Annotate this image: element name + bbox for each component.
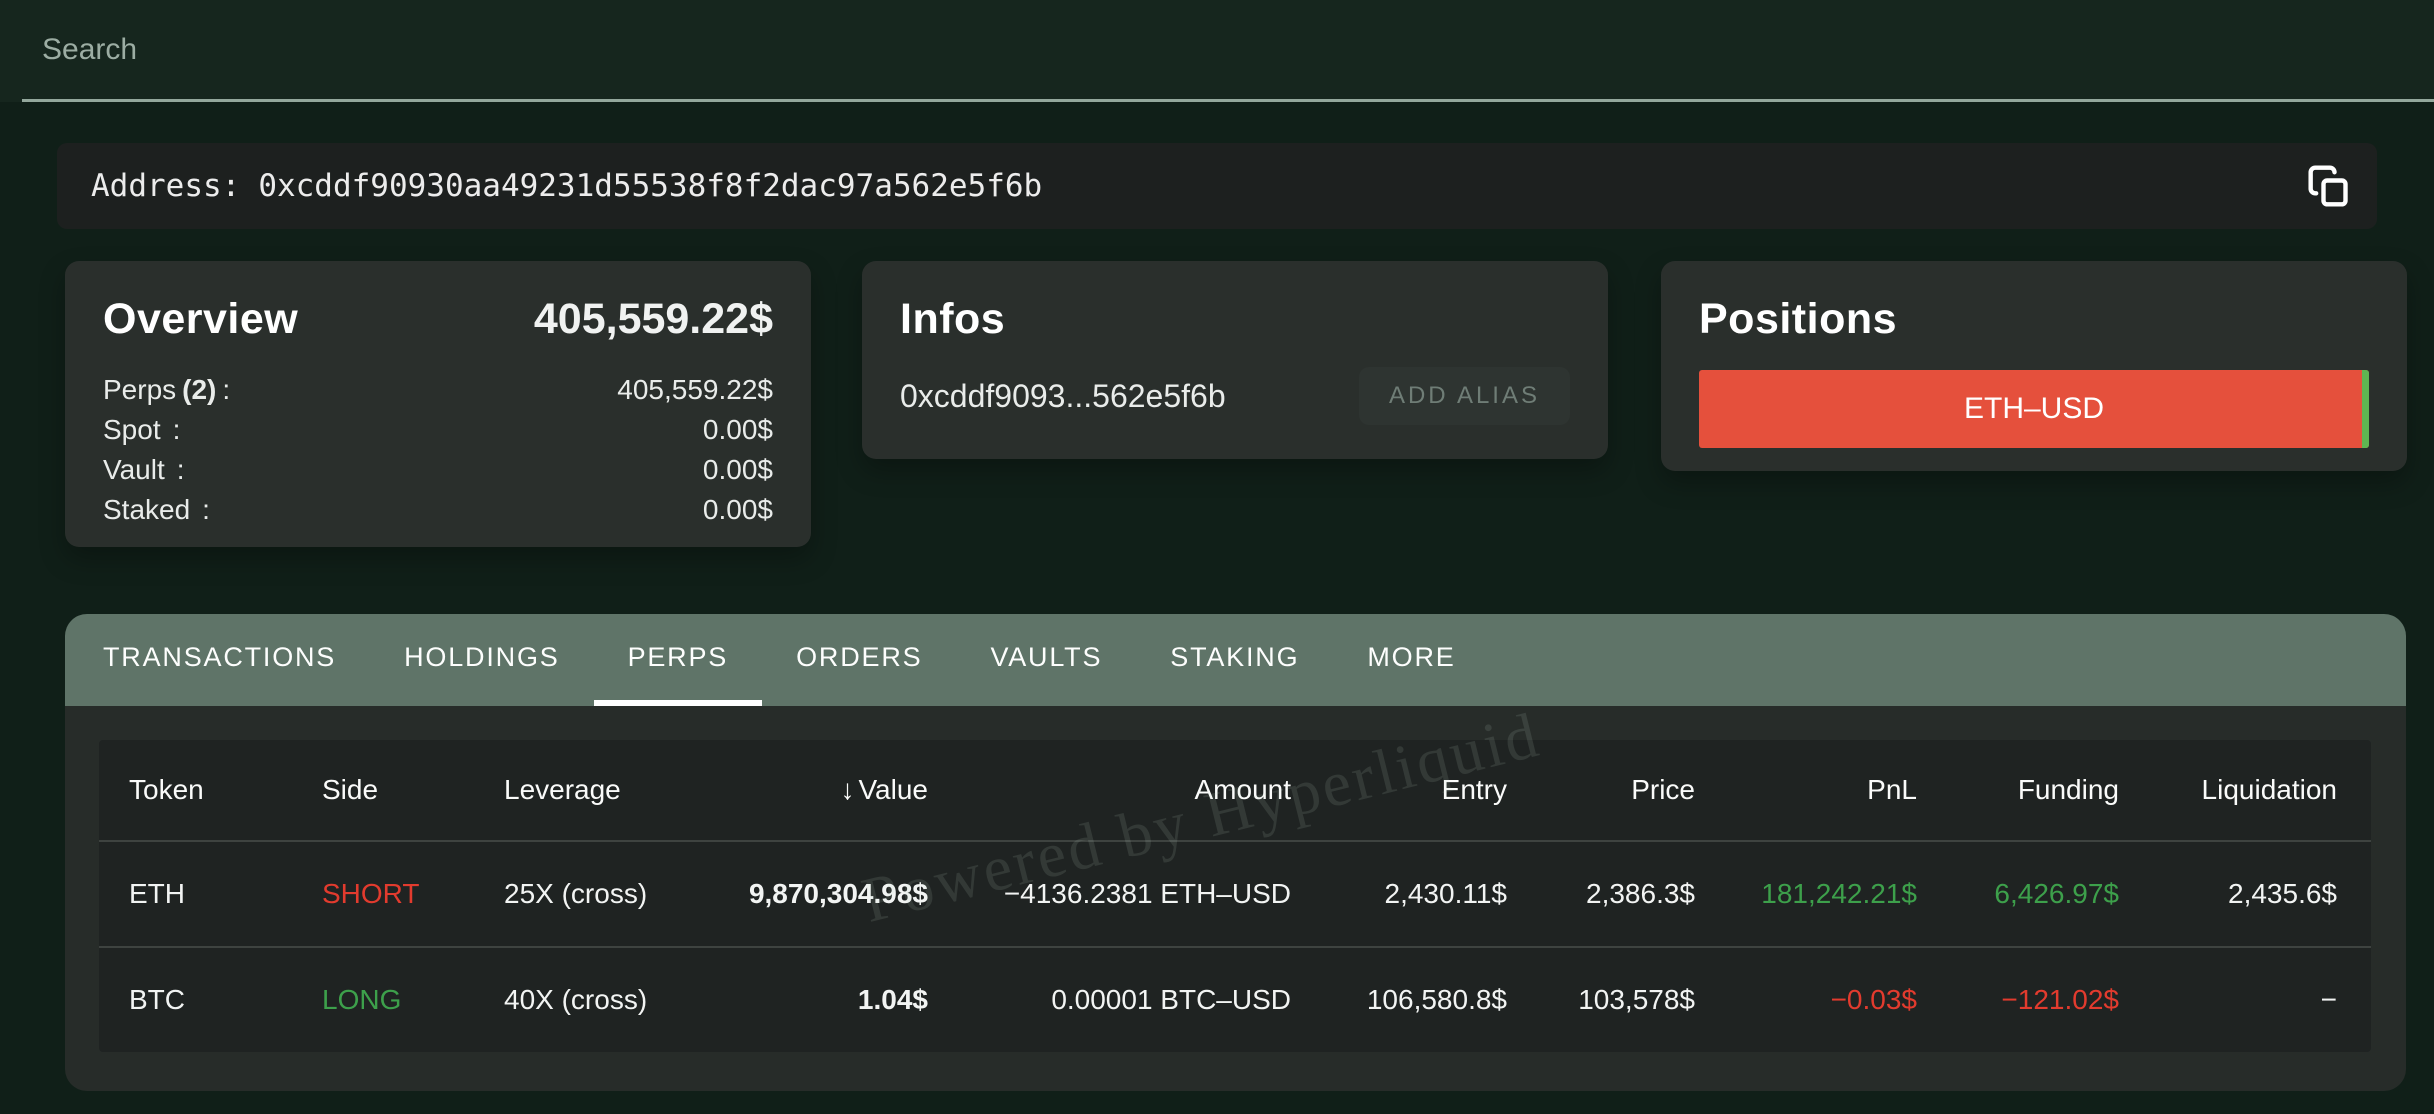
overview-row-perps: Perps(2): 405,559.22$ <box>103 374 773 414</box>
long-ratio-sliver <box>2362 370 2369 448</box>
sort-desc-icon: ↓ <box>840 774 854 805</box>
column-header-entry[interactable]: Entry <box>1291 774 1507 806</box>
cell-btc-funding: −121.02$ <box>1917 984 2119 1016</box>
tab-perps[interactable]: PERPS <box>594 614 763 706</box>
overview-suffix: : <box>177 454 185 486</box>
cell-eth-side: SHORT <box>322 878 504 910</box>
overview-header: Overview 405,559.22$ <box>103 295 773 344</box>
column-header-label: Entry <box>1442 774 1507 805</box>
tab-holdings[interactable]: HOLDINGS <box>370 614 593 706</box>
cell-btc-entry: 106,580.8$ <box>1291 984 1507 1016</box>
infos-card: Infos 0xcddf9093...562e5f6b ADD ALIAS <box>862 261 1608 459</box>
overview-suffix: : <box>222 374 230 406</box>
cell-eth-pnl: 181,242.21$ <box>1695 878 1917 910</box>
overview-value: 0.00$ <box>703 454 773 486</box>
cell-eth-entry: 2,430.11$ <box>1291 878 1507 910</box>
positions-title: Positions <box>1699 295 2369 344</box>
cell-btc-amount: 0.00001 BTC–USD <box>928 984 1291 1016</box>
overview-label: Perps <box>103 374 176 406</box>
cell-eth-token: ETH <box>129 878 322 910</box>
overview-value: 0.00$ <box>703 494 773 526</box>
cell-btc-price: 103,578$ <box>1507 984 1695 1016</box>
cell-btc-liquidation: − <box>2119 984 2337 1016</box>
tab-more[interactable]: MORE <box>1333 614 1489 706</box>
cell-eth-amount: −4136.2381 ETH–USD <box>928 878 1291 910</box>
cell-btc-leverage: 40X (cross) <box>504 984 674 1016</box>
short-address: 0xcddf9093...562e5f6b <box>900 378 1226 415</box>
perps-table: Token Side Leverage ↓Value Amount Entry Price P… <box>99 740 2371 1052</box>
address-value: 0xcddf90930aa49231d55538f8f2dac97a562e5f… <box>258 168 1042 204</box>
overview-suffix: : <box>173 414 181 446</box>
tab-vaults[interactable]: VAULTS <box>956 614 1136 706</box>
column-header-label: Token <box>129 774 204 805</box>
overview-row-staked: Staked: 0.00$ <box>103 494 773 534</box>
positions-card: Positions ETH–USD <box>1661 261 2407 471</box>
table-header: Token Side Leverage ↓Value Amount Entry Price P… <box>99 740 2371 840</box>
overview-row-spot: Spot: 0.00$ <box>103 414 773 454</box>
add-alias-button[interactable]: ADD ALIAS <box>1359 367 1570 425</box>
perps-table-card: Token Side Leverage ↓Value Amount Entry Price P… <box>65 706 2406 1091</box>
copy-icon <box>2307 164 2351 208</box>
search-underline <box>22 99 2434 102</box>
column-header-leverage[interactable]: Leverage <box>504 774 674 806</box>
column-header-side[interactable]: Side <box>322 774 504 806</box>
column-header-price[interactable]: Price <box>1507 774 1695 806</box>
overview-card: Overview 405,559.22$ Perps(2): 405,559.22… <box>65 261 811 547</box>
column-header-label: Amount <box>1195 774 1292 805</box>
cell-eth-funding: 6,426.97$ <box>1917 878 2119 910</box>
table-body: ETHSHORT25X (cross)9,870,304.98$−4136.23… <box>99 840 2371 1052</box>
tabs: TRANSACTIONSHOLDINGSPERPSORDERSVAULTSSTA… <box>65 614 2406 706</box>
table-row-btc: BTCLONG40X (cross)1.04$0.00001 BTC–USD10… <box>99 946 2371 1052</box>
tab-transactions[interactable]: TRANSACTIONS <box>69 614 370 706</box>
column-header-liquidation[interactable]: Liquidation <box>2119 774 2337 806</box>
address-bar: Address: 0xcddf90930aa49231d55538f8f2dac… <box>57 143 2377 229</box>
overview-label: Vault <box>103 454 165 486</box>
overview-row-vault: Vault: 0.00$ <box>103 454 773 494</box>
cell-btc-value: 1.04$ <box>674 984 928 1016</box>
position-eth-usd-button[interactable]: ETH–USD <box>1699 370 2369 448</box>
column-header-label: Side <box>322 774 378 805</box>
column-header-token[interactable]: Token <box>129 774 322 806</box>
column-header-label: PnL <box>1867 774 1917 805</box>
cell-eth-price: 2,386.3$ <box>1507 878 1695 910</box>
overview-rows: Perps(2): 405,559.22$ Spot: 0.00$ Vault: 0.00… <box>103 374 773 534</box>
column-header-value[interactable]: ↓Value <box>674 774 928 806</box>
overview-value: 405,559.22$ <box>617 374 773 406</box>
overview-value: 0.00$ <box>703 414 773 446</box>
position-pair-label: ETH–USD <box>1964 392 2104 426</box>
cell-btc-token: BTC <box>129 984 322 1016</box>
tab-orders[interactable]: ORDERS <box>762 614 956 706</box>
overview-title: Overview <box>103 295 298 344</box>
search-input[interactable] <box>42 0 1842 100</box>
cell-btc-side: LONG <box>322 984 504 1016</box>
column-header-label: Liquidation <box>2202 774 2337 805</box>
overview-suffix: : <box>202 494 210 526</box>
copy-address-button[interactable] <box>2303 160 2355 212</box>
overview-label: Spot <box>103 414 161 446</box>
column-header-label: Value <box>858 774 928 805</box>
search-bar <box>0 0 2434 102</box>
cell-eth-value: 9,870,304.98$ <box>674 878 928 910</box>
overview-total-value: 405,559.22$ <box>534 295 773 344</box>
overview-count: (2) <box>182 374 216 406</box>
tab-staking[interactable]: STAKING <box>1136 614 1333 706</box>
column-header-amount[interactable]: Amount <box>928 774 1291 806</box>
column-header-pnl[interactable]: PnL <box>1695 774 1917 806</box>
table-row-eth: ETHSHORT25X (cross)9,870,304.98$−4136.23… <box>99 840 2371 946</box>
address-label: Address: <box>91 168 240 204</box>
column-header-label: Leverage <box>504 774 621 805</box>
column-header-label: Price <box>1631 774 1695 805</box>
column-header-funding[interactable]: Funding <box>1917 774 2119 806</box>
infos-row: 0xcddf9093...562e5f6b ADD ALIAS <box>900 367 1570 425</box>
cell-eth-liquidation: 2,435.6$ <box>2119 878 2337 910</box>
page: Address: 0xcddf90930aa49231d55538f8f2dac… <box>0 0 2434 1114</box>
column-header-label: Funding <box>2018 774 2119 805</box>
cell-btc-pnl: −0.03$ <box>1695 984 1917 1016</box>
infos-title: Infos <box>900 295 1570 344</box>
cell-eth-leverage: 25X (cross) <box>504 878 674 910</box>
overview-label: Staked <box>103 494 190 526</box>
